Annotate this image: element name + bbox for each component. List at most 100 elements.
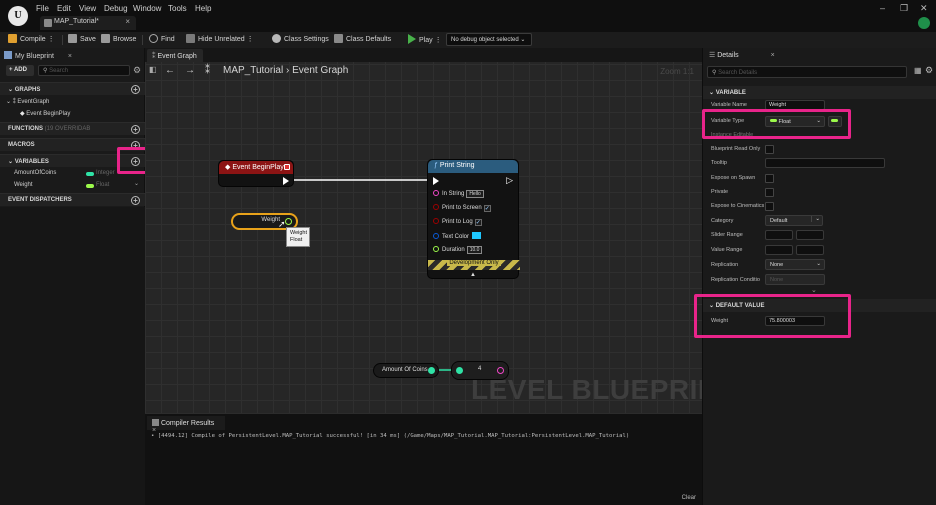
add-graph-icon[interactable]: +: [131, 85, 140, 94]
details-search-input[interactable]: ⚲ Search Details: [707, 66, 907, 78]
search-icon: ⚲: [712, 70, 717, 76]
log-icon: [152, 419, 159, 426]
unreal-logo-icon[interactable]: U: [8, 6, 28, 26]
slider-range-max-input[interactable]: [796, 230, 824, 240]
save-button[interactable]: Save: [68, 34, 96, 43]
breadcrumb-root[interactable]: MAP_Tutorial: [223, 65, 283, 76]
graph-menu-icon[interactable]: ◧: [149, 65, 157, 74]
close-tab-icon[interactable]: ×: [68, 53, 72, 60]
print-to-log-checkbox[interactable]: ✓: [474, 219, 482, 226]
menu-view[interactable]: View: [79, 4, 96, 13]
blueprint-icon: [4, 51, 12, 59]
replication-dropdown[interactable]: None ⌄: [765, 259, 825, 270]
forward-arrow-icon[interactable]: →: [185, 65, 195, 76]
event-dispatchers-section-header[interactable]: EVENT DISPATCHERS +: [0, 193, 145, 206]
expose-cinematics-checkbox[interactable]: [765, 202, 774, 211]
close-tab-icon[interactable]: ×: [771, 52, 775, 59]
add-event-dispatcher-icon[interactable]: +: [131, 196, 140, 205]
category-dropdown[interactable]: Default ⌄: [765, 215, 823, 226]
tree-item-eventgraph[interactable]: ⌄ ⁑ EventGraph: [6, 98, 49, 105]
close-tab-icon[interactable]: ×: [125, 17, 130, 26]
menu-tools[interactable]: Tools: [168, 4, 187, 13]
my-blueprint-tab[interactable]: My Blueprint ×: [4, 51, 84, 63]
play-button[interactable]: Play ⋮: [408, 34, 442, 44]
menu-window[interactable]: Window: [133, 4, 161, 13]
private-label: Private: [711, 189, 729, 195]
menu-edit[interactable]: Edit: [57, 4, 71, 13]
integer-out-pin-icon[interactable]: [428, 367, 435, 374]
in-string-pin[interactable]: In String Hello: [433, 190, 484, 198]
print-to-screen-pin[interactable]: Print to Screen ✓: [433, 204, 491, 212]
compile-button[interactable]: Compile ⋮: [8, 34, 55, 43]
conversion-node[interactable]: 4: [451, 361, 509, 380]
private-checkbox[interactable]: [765, 188, 774, 197]
tree-item-event-beginplay[interactable]: ◆ Event BeginPlay: [20, 110, 70, 117]
compiler-results-tab[interactable]: Compiler Results ×: [147, 416, 225, 434]
blueprint-read-only-checkbox[interactable]: [765, 145, 774, 154]
compiler-results-panel: Compiler Results × • [4494.12] Compile o…: [145, 413, 702, 505]
back-arrow-icon[interactable]: ←: [165, 65, 175, 76]
advanced-expand-icon[interactable]: ⌄: [811, 286, 817, 294]
exec-out-pin[interactable]: ▷: [506, 175, 513, 186]
search-input[interactable]: ⚲ Search: [38, 65, 130, 76]
class-defaults-button[interactable]: Class Defaults: [334, 34, 391, 43]
hide-unrelated-button[interactable]: Hide Unrelated ⋮: [186, 34, 254, 43]
integer-in-pin-icon[interactable]: [456, 367, 463, 374]
value-range-max-input[interactable]: [796, 245, 824, 255]
tab-event-graph[interactable]: ⁑ Event Graph: [147, 49, 203, 62]
browse-button[interactable]: Browse: [101, 34, 136, 43]
breadcrumb-leaf[interactable]: Event Graph: [292, 65, 348, 76]
chevron-down-icon: ⌄: [8, 87, 14, 93]
delegate-pin-icon[interactable]: [284, 164, 290, 170]
event-beginplay-node[interactable]: ◆ Event BeginPlay: [218, 160, 294, 187]
float-out-pin-icon[interactable]: [285, 218, 292, 225]
graph-navigation-bar: ◧ ← → ⁑ MAP_Tutorial › Event Graph Zoom …: [145, 62, 702, 82]
value-range-min-input[interactable]: [765, 245, 793, 255]
replication-condition-dropdown[interactable]: None: [765, 274, 825, 285]
graphs-section-header[interactable]: ⌄ GRAPHS +: [0, 82, 145, 95]
source-control-status-icon[interactable]: [918, 17, 930, 29]
close-window-button[interactable]: ✕: [920, 3, 928, 14]
collapse-arrow-icon[interactable]: ▲: [470, 272, 476, 278]
print-string-node[interactable]: ƒ Print String ▷ In String Hello Print to…: [427, 159, 520, 279]
exec-in-pin[interactable]: [433, 177, 439, 185]
text-color-swatch[interactable]: [472, 232, 482, 239]
string-out-pin-icon[interactable]: [497, 367, 504, 374]
chevron-down-icon[interactable]: ⌄: [134, 180, 139, 187]
print-to-screen-checkbox[interactable]: ✓: [483, 205, 491, 212]
in-string-value[interactable]: Hello: [466, 190, 484, 198]
add-function-icon[interactable]: +: [131, 125, 140, 134]
tooltip-input[interactable]: [765, 158, 885, 168]
menu-debug[interactable]: Debug: [104, 4, 128, 13]
variable-row-weight[interactable]: Weight Float ⌄: [0, 180, 145, 192]
exec-out-pin[interactable]: [283, 177, 289, 185]
functions-section-header[interactable]: FUNCTIONS (19 OVERRIDAB +: [0, 122, 145, 135]
duration-value[interactable]: 10.0: [466, 246, 483, 254]
minimize-button[interactable]: –: [880, 3, 885, 13]
duration-pin[interactable]: Duration 10.0: [433, 246, 483, 254]
float-pin-icon: [433, 246, 439, 252]
amount-of-coins-getter-node[interactable]: Amount Of Coins: [373, 363, 439, 378]
expose-on-spawn-checkbox[interactable]: [765, 174, 774, 183]
gear-icon[interactable]: ⚙: [925, 65, 933, 76]
class-settings-button[interactable]: Class Settings: [272, 34, 329, 43]
details-tab[interactable]: ☰ Details ×: [705, 50, 785, 62]
slider-range-min-input[interactable]: [765, 230, 793, 240]
find-button[interactable]: Find: [149, 34, 175, 43]
document-tab-label: MAP_Tutorial*: [54, 18, 99, 25]
text-color-pin[interactable]: Text Color: [433, 232, 482, 240]
document-tab[interactable]: MAP_Tutorial* ×: [40, 16, 136, 30]
graph-canvas[interactable]: LEVEL BLUEPRINT ◆ Event BeginPlay ƒ Prin…: [145, 48, 702, 413]
menu-file[interactable]: File: [36, 4, 49, 13]
print-to-log-pin[interactable]: Print to Log ✓: [433, 218, 482, 226]
clear-button[interactable]: Clear: [682, 495, 696, 501]
maximize-button[interactable]: ❐: [900, 3, 908, 14]
gear-icon[interactable]: ⚙: [133, 65, 141, 76]
hide-unrelated-icon: [186, 34, 195, 43]
variable-section-header[interactable]: ⌄ VARIABLE: [703, 86, 936, 99]
grid-view-icon[interactable]: ▦: [914, 66, 922, 75]
menu-help[interactable]: Help: [195, 4, 211, 13]
add-button[interactable]: + ADD: [6, 65, 34, 76]
variable-name-label: Variable Name: [711, 102, 747, 108]
debug-object-select[interactable]: No debug object selected ⌄: [446, 33, 532, 46]
